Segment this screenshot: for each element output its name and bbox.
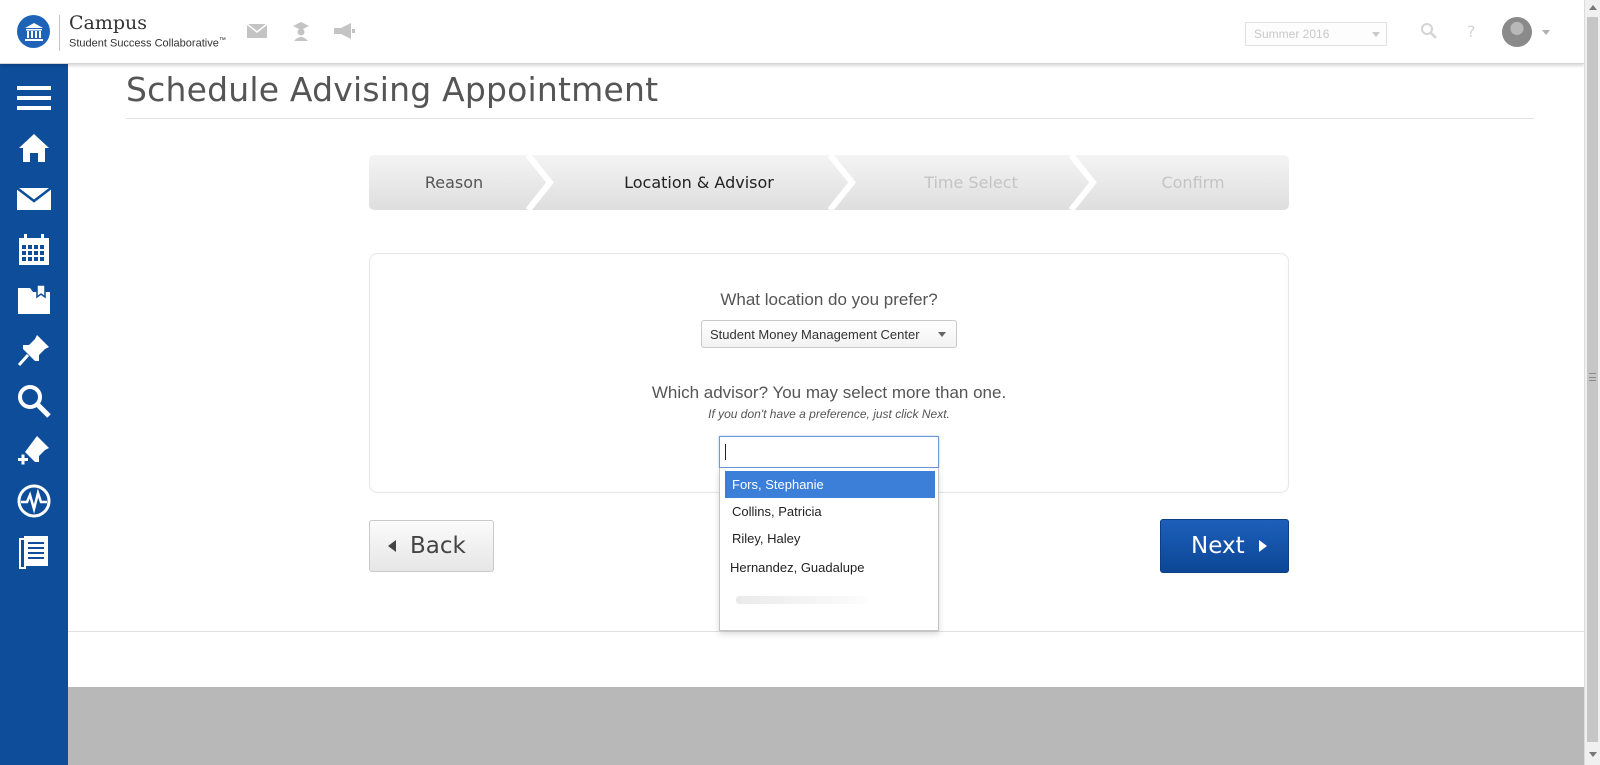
brand-title: Campus: [69, 12, 148, 34]
step-confirm: Confirm: [1161, 173, 1225, 192]
calendar-icon[interactable]: [14, 230, 54, 270]
add-pin-icon[interactable]: [14, 431, 54, 471]
search-icon[interactable]: [1417, 21, 1441, 41]
title-divider: [126, 118, 1534, 119]
brand-subtitle: Student Success Collaborative™: [69, 37, 226, 50]
caret-right-icon: [1258, 540, 1267, 552]
content-divider: [68, 631, 1584, 632]
dropdown-faded-item: [736, 596, 866, 604]
caret-left-icon: [388, 540, 396, 552]
pin-icon[interactable]: [14, 330, 54, 370]
folder-icon[interactable]: [14, 280, 54, 320]
next-button[interactable]: Next: [1160, 519, 1289, 573]
logo-divider: [59, 15, 60, 51]
step-time-select: Time Select: [924, 173, 1018, 192]
chevron-down-icon: [938, 332, 946, 337]
search-icon[interactable]: [14, 381, 54, 421]
wizard-steps: Reason Location & Advisor Time Select Co…: [369, 155, 1289, 210]
advisor-dropdown: Fors, Stephanie Collins, Patricia Riley,…: [719, 468, 939, 631]
megaphone-icon[interactable]: [332, 21, 356, 41]
advisor-search-input[interactable]: [719, 436, 939, 468]
menu-icon[interactable]: [14, 78, 54, 118]
document-icon[interactable]: [14, 532, 54, 572]
help-icon[interactable]: ?: [1460, 21, 1484, 41]
top-header: Campus Student Success Collaborative™ Su…: [0, 0, 1584, 64]
scroll-grip-icon: [1589, 373, 1596, 381]
student-icon[interactable]: [289, 21, 313, 41]
pulse-icon[interactable]: [14, 481, 54, 521]
sidebar: [0, 64, 68, 765]
advisor-option[interactable]: Fors, Stephanie: [725, 471, 935, 498]
svg-text:?: ?: [1467, 22, 1476, 40]
location-select-value: Student Money Management Center: [710, 327, 920, 342]
step-reason[interactable]: Reason: [369, 155, 539, 210]
next-button-label: Next: [1191, 533, 1245, 559]
location-question: What location do you prefer?: [720, 290, 938, 309]
scroll-down-icon[interactable]: [1589, 752, 1597, 757]
home-icon[interactable]: [14, 128, 54, 168]
advisor-option[interactable]: Riley, Haley: [725, 525, 935, 552]
scroll-up-icon[interactable]: [1589, 5, 1597, 10]
footer: [68, 687, 1584, 765]
advisor-hint: If you don't have a preference, just cli…: [708, 407, 950, 421]
step-location-advisor[interactable]: Location & Advisor: [554, 155, 844, 210]
chevron-down-icon: [1372, 32, 1380, 37]
avatar[interactable]: [1502, 17, 1532, 47]
location-select[interactable]: Student Money Management Center: [701, 320, 957, 348]
advisor-option[interactable]: Collins, Patricia: [725, 498, 935, 525]
mail-icon[interactable]: [14, 179, 54, 219]
term-select[interactable]: Summer 2016: [1245, 22, 1387, 46]
page-title: Schedule Advising Appointment: [126, 70, 659, 109]
logo-icon[interactable]: [17, 15, 50, 48]
trademark-mark: ™: [218, 37, 226, 44]
back-button[interactable]: Back: [369, 520, 494, 572]
mail-icon[interactable]: [245, 21, 269, 41]
back-button-label: Back: [410, 533, 466, 559]
scrollbar[interactable]: [1584, 0, 1600, 765]
brand-subtitle-text: Student Success Collaborative: [69, 37, 219, 50]
text-cursor: [725, 444, 726, 460]
advisor-option[interactable]: Hernandez, Guadalupe: [723, 554, 933, 581]
term-select-value: Summer 2016: [1254, 27, 1330, 41]
advisor-question: Which advisor? You may select more than …: [651, 383, 1007, 402]
chevron-down-icon[interactable]: [1542, 30, 1550, 35]
